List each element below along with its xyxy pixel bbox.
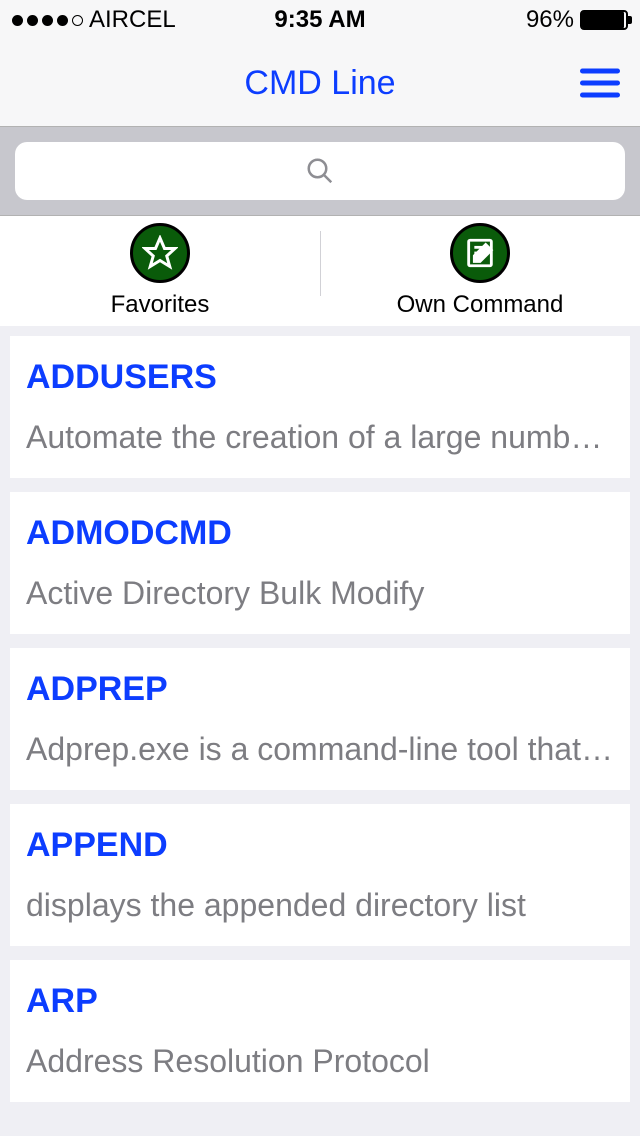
menu-button[interactable] (580, 69, 620, 98)
clock: 9:35 AM (274, 6, 365, 34)
hamburger-icon (580, 69, 620, 74)
command-name: ARP (26, 982, 614, 1021)
tab-own-label: Own Command (397, 291, 564, 319)
star-icon (130, 223, 190, 283)
tab-favorites[interactable]: Favorites (0, 216, 320, 326)
command-description: Automate the creation of a large number … (26, 419, 614, 456)
command-name: APPEND (26, 826, 614, 865)
list-item[interactable]: APPEND displays the appended directory l… (10, 804, 630, 946)
battery-icon (580, 10, 628, 30)
list-item[interactable]: ARP Address Resolution Protocol (10, 960, 630, 1102)
command-list: ADDUSERS Automate the creation of a larg… (0, 326, 640, 1112)
carrier-label: AIRCEL (89, 6, 176, 34)
command-description: Active Directory Bulk Modify (26, 575, 614, 612)
search-input[interactable] (15, 142, 625, 200)
signal-strength-icon (12, 15, 83, 26)
list-item[interactable]: ADPREP Adprep.exe is a command-line tool… (10, 648, 630, 790)
edit-document-icon (450, 223, 510, 283)
command-description: Adprep.exe is a command-line tool that p… (26, 731, 614, 768)
tabs: Favorites Own Command (0, 216, 640, 326)
tab-divider (320, 231, 321, 296)
navigation-bar: CMD Line (0, 40, 640, 127)
search-container (0, 127, 640, 216)
status-left: AIRCEL (12, 6, 176, 34)
search-icon (305, 156, 335, 186)
command-name: ADMODCMD (26, 514, 614, 553)
status-right: 96% (526, 6, 628, 34)
list-item[interactable]: ADDUSERS Automate the creation of a larg… (10, 336, 630, 478)
status-bar: AIRCEL 9:35 AM 96% (0, 0, 640, 40)
command-description: displays the appended directory list (26, 887, 614, 924)
page-title: CMD Line (244, 64, 395, 103)
command-name: ADDUSERS (26, 358, 614, 397)
tab-own-command[interactable]: Own Command (320, 216, 640, 326)
battery-percent: 96% (526, 6, 574, 34)
command-description: Address Resolution Protocol (26, 1043, 614, 1080)
command-name: ADPREP (26, 670, 614, 709)
list-item[interactable]: ADMODCMD Active Directory Bulk Modify (10, 492, 630, 634)
tab-favorites-label: Favorites (111, 291, 210, 319)
